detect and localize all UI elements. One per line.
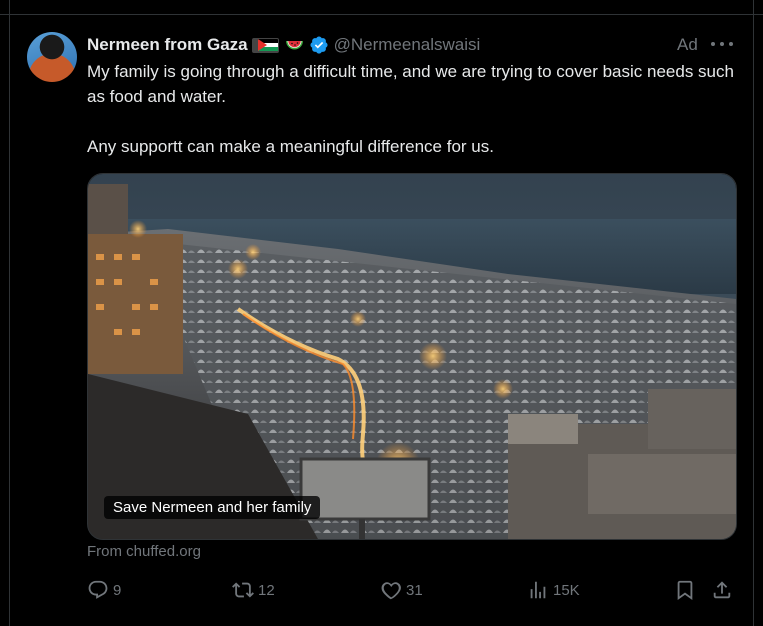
bookmark-button[interactable] xyxy=(674,579,700,601)
reply-count: 9 xyxy=(113,581,122,599)
gaza-night-photo xyxy=(88,174,736,539)
media-card[interactable]: Save Nermeen and her family xyxy=(87,173,737,540)
top-divider xyxy=(0,0,763,15)
like-icon xyxy=(381,582,401,600)
repost-count: 12 xyxy=(258,581,275,599)
media-caption: Save Nermeen and her family xyxy=(104,496,321,519)
tweet-text-paragraph-1: My family is going through a difficult t… xyxy=(87,62,734,106)
like-count: 31 xyxy=(406,581,423,599)
like-button[interactable]: 31 xyxy=(380,579,423,601)
right-border xyxy=(753,0,754,626)
watermelon-icon xyxy=(285,39,304,51)
palestine-flag-icon xyxy=(251,37,279,53)
author-name[interactable]: Nermeen from Gaza xyxy=(87,35,248,55)
more-icon[interactable] xyxy=(711,37,733,51)
views-icon xyxy=(530,581,546,599)
tweet-text-paragraph-2: Any supportt can make a meaningful diffe… xyxy=(87,137,494,156)
bookmark-icon xyxy=(677,580,693,601)
share-button[interactable] xyxy=(711,579,737,601)
repost-button[interactable]: 12 xyxy=(232,579,275,601)
reply-button[interactable]: 9 xyxy=(87,579,121,601)
tweet-text: My family is going through a difficult t… xyxy=(87,59,737,159)
link-source[interactable]: From chuffed.org xyxy=(87,543,201,560)
reply-icon xyxy=(88,580,108,599)
ad-label: Ad xyxy=(677,35,698,54)
verified-badge-icon[interactable] xyxy=(309,35,329,55)
action-bar: 9 12 31 15K xyxy=(87,579,737,603)
author-handle[interactable]: @Nermeenalswaisi xyxy=(334,35,481,55)
avatar[interactable] xyxy=(27,32,77,82)
tweet-card[interactable]: Nermeen from Gaza @Nermeenalswaisi Ad My… xyxy=(10,15,753,626)
views-button[interactable]: 15K xyxy=(527,579,580,601)
share-icon xyxy=(713,581,731,599)
repost-icon xyxy=(232,582,254,598)
views-count: 15K xyxy=(553,581,580,599)
tweet-header: Nermeen from Gaza @Nermeenalswaisi xyxy=(87,33,480,57)
